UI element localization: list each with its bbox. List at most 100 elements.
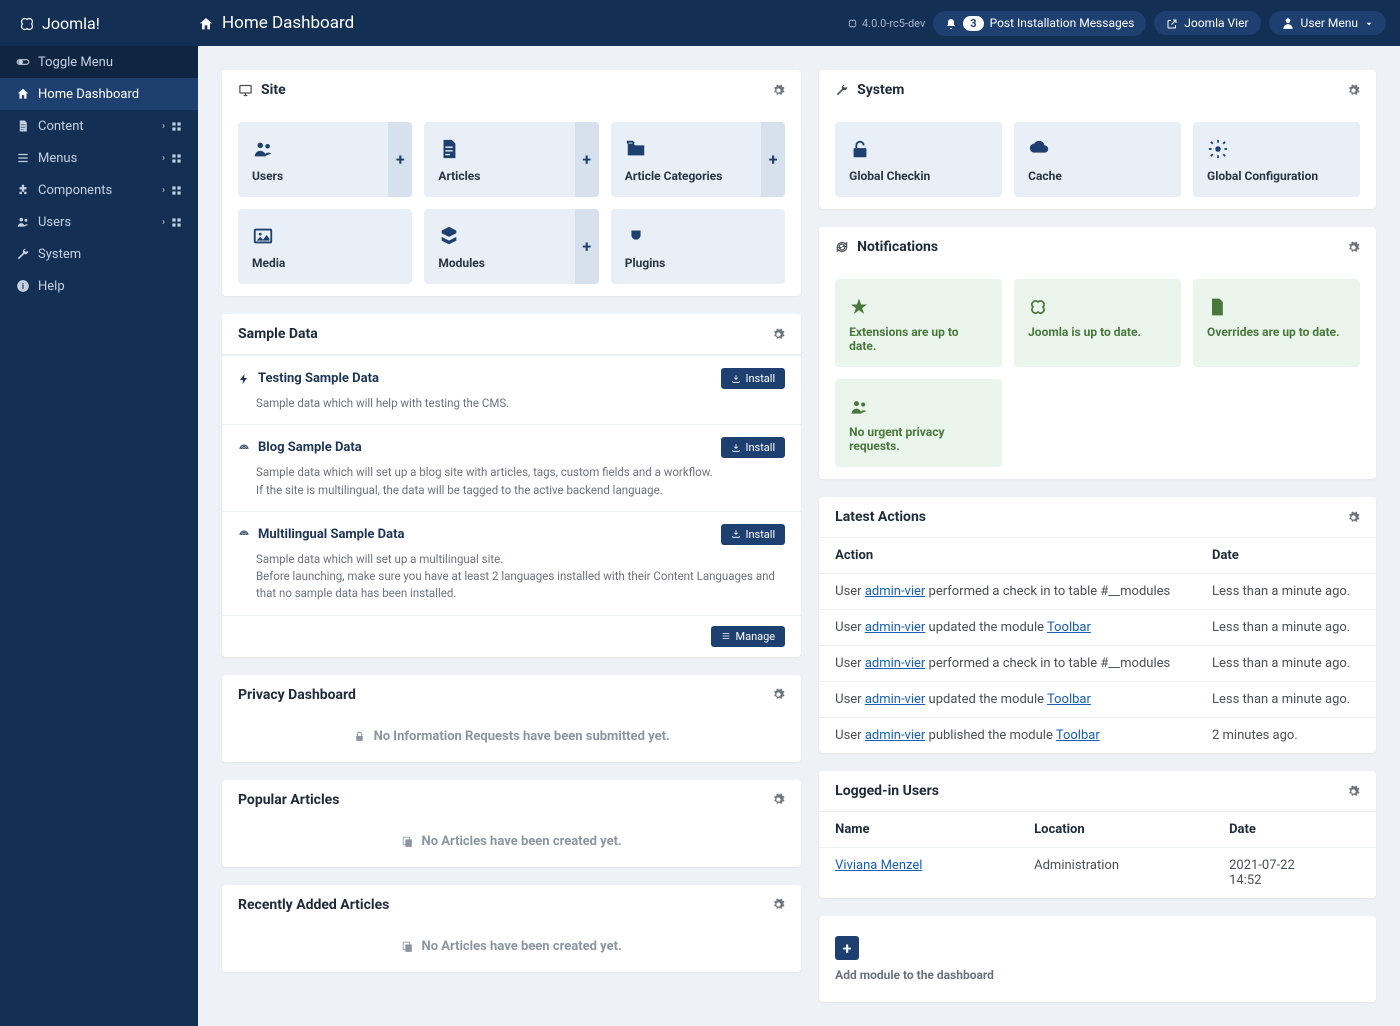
table-row: User admin-vier published the module Too… [819,718,1376,754]
notif-icon [849,293,988,317]
col-date: Date [1213,812,1376,848]
gear-icon[interactable] [772,792,785,807]
panel-title: System [857,82,904,98]
plus-button[interactable]: + [761,122,785,197]
home-icon [198,14,214,32]
date-cell: 2 minutes ago. [1196,718,1376,754]
panel-title: Notifications [857,239,938,255]
brand-logo[interactable]: Joomla! [0,13,198,34]
sidebar-item-home[interactable]: Home Dashboard [0,78,198,110]
privacy-panel: Privacy Dashboard No Information Request… [222,675,801,762]
install-button[interactable]: Install [721,368,785,389]
user-menu-button[interactable]: User Menu [1269,11,1386,36]
quick-card-modules[interactable]: Modules+ [424,209,598,284]
action-cell: User admin-vier updated the module Toolb… [819,610,1196,646]
action-cell: User admin-vier performed a check in to … [819,574,1196,610]
col-location: Location [1018,812,1213,848]
svg-text:i: i [22,281,24,291]
card-icon [252,223,398,248]
lock-icon [353,729,366,744]
gear-icon[interactable] [772,83,785,98]
plus-button[interactable]: + [575,209,599,284]
sidebar-item-users[interactable]: Users › [0,206,198,238]
quick-card-media[interactable]: Media [238,209,412,284]
sample-title: Multilingual Sample Data [238,527,404,542]
quick-card-users[interactable]: Users+ [238,122,412,197]
action-link[interactable]: Toolbar [1047,620,1091,635]
notification-card[interactable]: Extensions are up to date. [835,279,1002,367]
home-icon [16,86,38,102]
gear-icon[interactable] [772,327,785,342]
user-link[interactable]: admin-vier [865,620,926,635]
user-link[interactable]: admin-vier [865,584,926,599]
dashboard-icon[interactable] [171,152,182,165]
user-icon [1281,16,1295,31]
dashboard-icon[interactable] [171,216,182,229]
panel-title: Sample Data [238,326,318,342]
version-badge[interactable]: 4.0.0-rc5-dev [847,17,925,30]
post-install-button[interactable]: 3 Post Installation Messages [933,11,1146,36]
notification-card[interactable]: No urgent privacy requests. [835,379,1002,467]
chevron-right-icon: › [162,121,165,132]
quick-card-global-checkin[interactable]: Global Checkin [835,122,1002,197]
col-name: Name [819,812,1018,848]
notification-card[interactable]: Joomla is up to date. [1014,279,1181,367]
page-title: Home Dashboard [222,13,354,33]
sidebar-item-help[interactable]: i Help [0,270,198,302]
panel-title: Privacy Dashboard [238,687,356,703]
action-link[interactable]: Toolbar [1047,692,1091,707]
empty-state: No Information Requests have been submit… [222,715,801,762]
user-link[interactable]: Viviana Menzel [835,858,922,873]
dashboard-icon[interactable] [171,120,182,133]
manage-button[interactable]: Manage [711,626,785,647]
toggle-menu[interactable]: Toggle Menu [0,46,198,78]
table-row: User admin-vier performed a check in to … [819,646,1376,682]
sample-title: Blog Sample Data [238,440,362,455]
install-button[interactable]: Install [721,437,785,458]
chevron-down-icon [1364,16,1374,30]
col-action: Action [819,538,1196,574]
sample-title: Testing Sample Data [238,371,379,386]
card-label: Articles [438,169,584,183]
panel-title: Recently Added Articles [238,897,389,913]
install-button[interactable]: Install [721,524,785,545]
frontend-link-button[interactable]: Joomla Vier [1154,11,1260,35]
file-icon [16,118,38,134]
sample-data-item: Testing Sample DataInstallSample data wh… [222,355,801,424]
add-module-button[interactable]: + Add module to the dashboard [819,916,1376,1002]
quick-card-article-categories[interactable]: Article Categories+ [611,122,785,197]
gear-icon[interactable] [772,687,785,702]
user-link[interactable]: admin-vier [865,692,926,707]
header-right: 4.0.0-rc5-dev 3 Post Installation Messag… [847,11,1400,36]
gear-icon[interactable] [1347,510,1360,525]
notif-icon [1207,293,1346,317]
quick-card-global-configuration[interactable]: Global Configuration [1193,122,1360,197]
external-link-icon [1166,16,1178,30]
notif-label: Overrides are up to date. [1207,325,1346,339]
notification-card[interactable]: Overrides are up to date. [1193,279,1360,367]
sidebar-item-content[interactable]: Content › [0,110,198,142]
user-link[interactable]: admin-vier [865,656,926,671]
gear-icon[interactable] [1347,83,1360,98]
plus-button[interactable]: + [575,122,599,197]
action-link[interactable]: Toolbar [1056,728,1100,743]
dashboard-icon[interactable] [171,184,182,197]
sync-icon [835,239,849,255]
sidebar-item-system[interactable]: System [0,238,198,270]
gear-icon[interactable] [1347,240,1360,255]
user-link[interactable]: admin-vier [865,728,926,743]
plus-button[interactable]: + [388,122,412,197]
quick-card-plugins[interactable]: Plugins [611,209,785,284]
gear-icon[interactable] [772,897,785,912]
sidebar-item-menus[interactable]: Menus › [0,142,198,174]
card-label: Cache [1028,169,1167,183]
quick-card-articles[interactable]: Articles+ [424,122,598,197]
notif-label: Extensions are up to date. [849,325,988,353]
table-row: User admin-vier performed a check in to … [819,574,1376,610]
gear-icon[interactable] [1347,784,1360,799]
top-header: Joomla! Home Dashboard 4.0.0-rc5-dev 3 P… [0,0,1400,46]
quick-card-cache[interactable]: Cache [1014,122,1181,197]
users-icon [16,214,38,230]
card-icon [1207,136,1346,161]
sidebar-item-components[interactable]: Components › [0,174,198,206]
